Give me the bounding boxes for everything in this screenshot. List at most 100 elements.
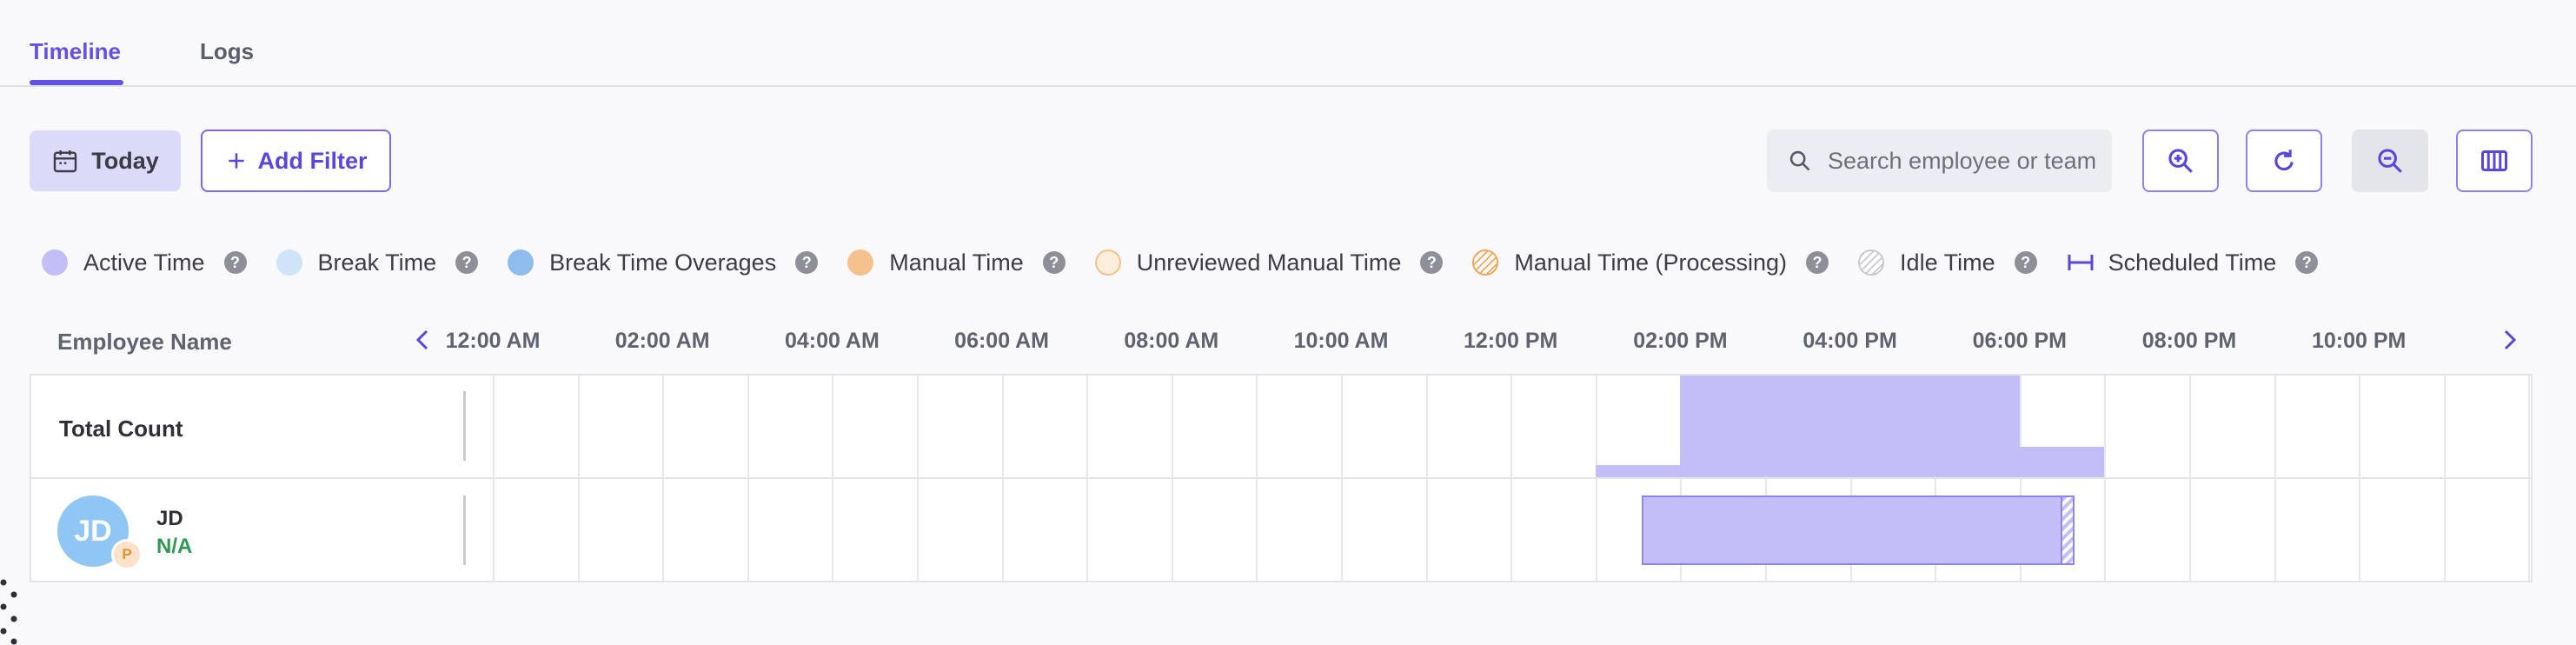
drag-handle-icon[interactable]: [0, 577, 19, 645]
legend-item-manual-time-processing: Manual Time (Processing) ?: [1472, 249, 1829, 276]
add-filter-button[interactable]: Add Filter: [201, 130, 391, 192]
scheduled-time-icon: [2068, 255, 2094, 270]
add-filter-label: Add Filter: [257, 147, 368, 174]
employee-name[interactable]: JD: [156, 507, 183, 531]
grid-line: [747, 376, 749, 581]
timeline-next-button[interactable]: [2494, 325, 2524, 355]
hour-label: 02:00 AM: [614, 329, 710, 353]
grid-line: [1510, 376, 1513, 581]
legend-item-break-time-overages: Break Time Overages ?: [508, 249, 819, 276]
grid-line: [493, 376, 495, 581]
grid-line: [1171, 376, 1173, 581]
search-input[interactable]: [1828, 147, 2106, 175]
hour-label: 06:00 AM: [954, 329, 1050, 353]
help-icon[interactable]: ?: [795, 251, 819, 274]
legend-item-scheduled-time: Scheduled Time ?: [2067, 249, 2319, 276]
grid-line: [917, 376, 919, 581]
legend-label: Break Time Overages: [549, 249, 777, 276]
refresh-button[interactable]: [2246, 130, 2322, 192]
hour-label: 02:00 PM: [1633, 329, 1728, 353]
legend: Active Time ? Break Time ? Break Time Ov…: [42, 245, 2347, 280]
legend-label: Idle Time: [1900, 249, 1995, 276]
search-box: [1767, 130, 2112, 192]
total-count-label: Total Count: [59, 416, 183, 442]
today-button[interactable]: Today: [30, 130, 181, 191]
zoom-in-icon: [2168, 149, 2193, 173]
grid-line: [2443, 376, 2446, 581]
break-time-swatch: [276, 249, 302, 276]
active-time-bar[interactable]: [1642, 495, 2062, 565]
total-count-bar: [1680, 376, 2020, 477]
grid-line: [1001, 376, 1004, 581]
zoom-in-button[interactable]: [2142, 130, 2219, 192]
help-icon[interactable]: ?: [223, 251, 247, 274]
grid-line: [577, 376, 580, 581]
grid-line: [2189, 376, 2191, 581]
columns-icon: [2481, 150, 2507, 171]
help-icon[interactable]: ?: [2295, 251, 2319, 274]
legend-item-unreviewed-manual-time: Unreviewed Manual Time ?: [1094, 249, 1444, 276]
legend-label: Unreviewed Manual Time: [1136, 249, 1402, 276]
refresh-icon: [2274, 150, 2294, 171]
hour-label: 06:00 PM: [1972, 329, 2067, 353]
help-icon[interactable]: ?: [1042, 251, 1066, 274]
legend-label: Break Time: [317, 249, 437, 276]
grid-line: [1086, 376, 1089, 581]
name-column-divider: [463, 495, 466, 565]
tab-bar: Timeline Logs: [0, 0, 2576, 87]
zoom-out-button[interactable]: [2352, 130, 2428, 192]
zoom-out-icon: [2378, 149, 2402, 173]
grid-line: [1425, 376, 1428, 581]
timeline-prev-button[interactable]: [408, 325, 438, 355]
row-divider: [30, 477, 2533, 479]
idle-time-bar[interactable]: [2061, 495, 2075, 565]
grid-line: [1341, 376, 1343, 581]
manual-time-swatch: [847, 249, 874, 276]
grid-line: [2274, 376, 2276, 581]
active-tab-indicator: [30, 80, 123, 85]
avatar-badge: P: [111, 539, 143, 570]
hour-label: 10:00 PM: [2311, 329, 2407, 353]
tab-logs[interactable]: Logs: [200, 38, 254, 65]
tab-timeline[interactable]: Timeline: [30, 38, 121, 65]
legend-item-idle-time: Idle Time ?: [1858, 249, 2037, 276]
legend-label: Active Time: [83, 249, 205, 276]
total-count-bar: [2019, 446, 2105, 477]
employee-name-header: Employee Name: [57, 329, 232, 355]
legend-item-manual-time: Manual Time ?: [847, 249, 1066, 276]
legend-label: Manual Time: [889, 249, 1024, 276]
today-label: Today: [91, 147, 159, 174]
columns-button[interactable]: [2456, 130, 2533, 192]
plus-icon: [228, 153, 244, 169]
help-icon[interactable]: ?: [1806, 251, 1829, 274]
legend-item-break-time: Break Time ?: [276, 249, 479, 276]
hour-label: 04:00 PM: [1803, 329, 1897, 353]
unreviewed-manual-swatch: [1094, 249, 1121, 276]
grid-line: [2104, 376, 2107, 581]
grid-line: [2528, 376, 2531, 581]
manual-processing-swatch: [1472, 249, 1499, 276]
hour-label: 08:00 AM: [1124, 329, 1219, 353]
name-column-divider: [463, 391, 466, 461]
chevron-right-icon: [2504, 329, 2517, 350]
hour-label: 10:00 AM: [1293, 329, 1389, 353]
idle-time-swatch: [1858, 249, 1885, 276]
help-icon[interactable]: ?: [2014, 251, 2037, 274]
search-icon: [1789, 150, 1810, 171]
grid-line: [1256, 376, 1258, 581]
grid-line: [662, 376, 665, 581]
grid-line: [832, 376, 834, 581]
break-overages-swatch: [508, 249, 534, 276]
calendar-icon: [54, 150, 77, 173]
hour-label: 12:00 AM: [445, 329, 541, 353]
hour-label: 08:00 PM: [2141, 329, 2237, 353]
legend-item-active-time: Active Time ?: [42, 249, 247, 276]
help-icon[interactable]: ?: [455, 251, 479, 274]
grid-line: [2359, 376, 2361, 581]
chevron-left-icon: [415, 329, 428, 350]
grid-line: [1595, 376, 1597, 581]
help-icon[interactable]: ?: [1420, 251, 1444, 274]
legend-label: Manual Time (Processing): [1514, 249, 1788, 276]
employee-status: N/A: [156, 535, 193, 558]
hour-label: 12:00 PM: [1463, 329, 1558, 353]
